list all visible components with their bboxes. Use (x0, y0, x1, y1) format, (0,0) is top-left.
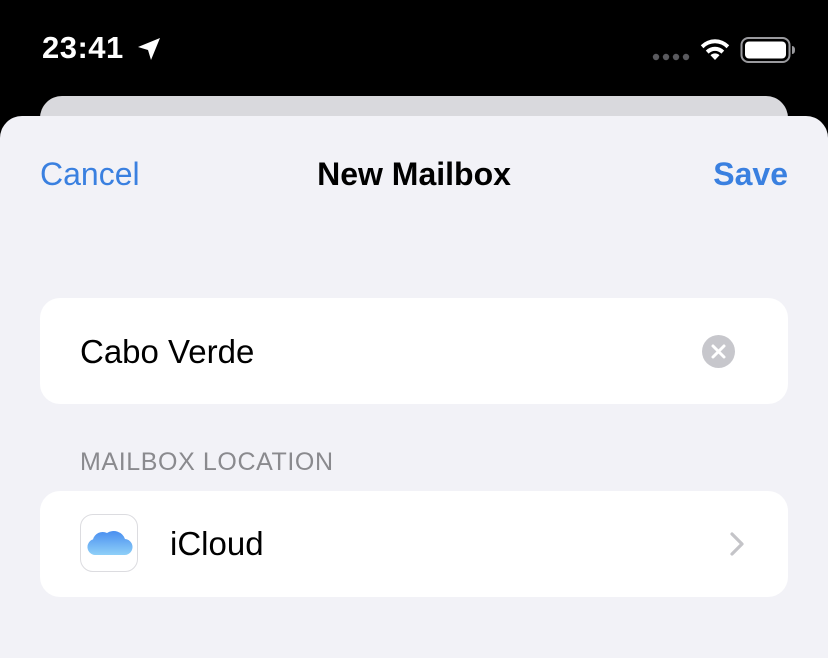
location-arrow-icon (138, 38, 160, 60)
mailbox-name-card (40, 298, 788, 404)
clear-circle-icon[interactable] (702, 335, 735, 368)
icloud-icon-tile (80, 514, 138, 572)
chevron-right-icon (730, 532, 744, 556)
wifi-icon (700, 39, 730, 60)
save-button[interactable]: Save (713, 156, 788, 193)
mailbox-name-input[interactable] (80, 328, 680, 376)
status-time: 23:41 (42, 30, 124, 65)
location-label: iCloud (170, 525, 264, 562)
status-bar: 23:41 (0, 0, 828, 96)
screen: 23:41 Cancel New Mailbox Save Cabo Verde… (0, 0, 828, 658)
icloud-icon (87, 530, 133, 556)
new-mailbox-sheet: Cancel New Mailbox Save MAILBOX LOCATION (0, 116, 828, 658)
mailbox-location-row[interactable]: iCloud (40, 491, 788, 597)
cancel-button[interactable]: Cancel (40, 156, 140, 193)
battery-icon (740, 37, 795, 63)
cellular-signal-icon (652, 53, 690, 61)
mailbox-location-header: MAILBOX LOCATION (80, 448, 334, 476)
